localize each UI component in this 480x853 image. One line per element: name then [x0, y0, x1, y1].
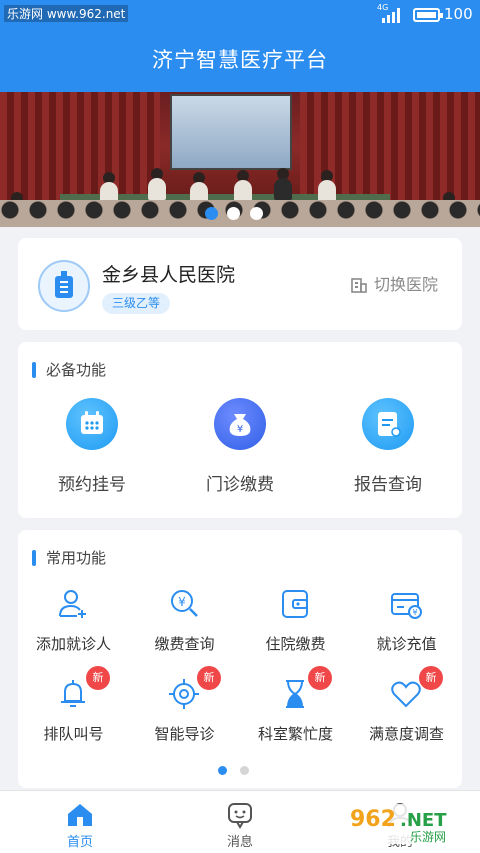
hospital-name: 金乡县人民医院	[102, 264, 236, 286]
svg-text:962: 962	[350, 807, 396, 832]
outpatient-payment-label: 门诊缴费	[206, 475, 274, 495]
svg-text:¥: ¥	[237, 424, 243, 435]
report-icon	[362, 398, 414, 450]
new-badge: 新	[197, 666, 221, 690]
recharge-label: 就诊充值	[376, 635, 437, 653]
tab-home-label: 首页	[66, 835, 93, 850]
svg-text:¥: ¥	[178, 595, 186, 609]
new-badge: 新	[86, 666, 110, 690]
page-title: 济宁智慧医疗平台	[0, 28, 480, 92]
new-badge: 新	[308, 666, 332, 690]
smart-guide-button[interactable]: 新 智能导诊	[129, 666, 240, 756]
status-bar: 乐游网 www.962.net 4G 100	[0, 0, 480, 28]
card-recharge-icon: ¥	[391, 593, 422, 619]
calendar-icon	[66, 398, 118, 450]
queue-calling-label: 排队叫号	[43, 725, 104, 743]
tab-home[interactable]: 首页	[0, 791, 160, 853]
home-icon	[68, 804, 92, 826]
report-query-label: 报告查询	[354, 475, 422, 495]
inpatient-payment-label: 住院缴费	[265, 635, 326, 653]
battery-percent: 100	[444, 5, 473, 23]
projector-screen	[170, 94, 292, 170]
section-title: 常用功能	[32, 548, 106, 568]
satisfaction-survey-label: 满意度调查	[368, 725, 444, 743]
svg-text:.NET: .NET	[400, 810, 447, 831]
hospital-card: 金乡县人民医院 三级乙等 切换医院	[18, 238, 462, 330]
switch-hospital-label: 切换医院	[374, 275, 439, 294]
appointment-button[interactable]: 预约挂号	[18, 396, 166, 506]
signal-icon	[382, 7, 404, 23]
queue-calling-button[interactable]: 新 排队叫号	[18, 666, 129, 756]
battery-icon	[413, 8, 443, 22]
banner-dot[interactable]	[227, 207, 240, 220]
add-patient-button[interactable]: 添加就诊人	[18, 586, 129, 666]
tab-messages-label: 消息	[226, 835, 253, 850]
message-icon	[228, 803, 252, 829]
switch-hospital-button[interactable]: 切换医院	[350, 274, 450, 296]
tab-messages[interactable]: 消息	[160, 791, 320, 853]
smart-guide-label: 智能导诊	[154, 725, 215, 743]
page-indicator-dot[interactable]	[240, 766, 249, 775]
department-busyness-label: 科室繁忙度	[257, 725, 333, 743]
payment-query-label: 缴费查询	[154, 635, 215, 653]
money-bag-icon: ¥	[214, 398, 266, 450]
essential-functions-card: 必备功能 预约挂号 ¥ 门诊缴费 报告查询	[18, 342, 462, 518]
inpatient-payment-button[interactable]: 住院缴费	[240, 586, 351, 666]
page-indicator-dot[interactable]	[218, 766, 227, 775]
svg-text:乐游网: 乐游网	[410, 830, 446, 844]
hospital-icon	[38, 260, 90, 312]
add-patient-label: 添加就诊人	[35, 635, 111, 653]
common-functions-card: 常用功能 添加就诊人 ¥ 缴费查询 住院缴费 ¥ 就诊充值 新 排队叫号 新 智…	[18, 530, 462, 788]
section-title: 必备功能	[32, 360, 106, 380]
report-query-button[interactable]: 报告查询	[314, 396, 462, 506]
payment-search-icon: ¥	[171, 590, 198, 617]
banner-dot[interactable]	[250, 207, 263, 220]
payment-query-button[interactable]: ¥ 缴费查询	[129, 586, 240, 666]
banner-dot[interactable]	[205, 207, 218, 220]
department-busyness-button[interactable]: 新 科室繁忙度	[240, 666, 351, 756]
recharge-button[interactable]: ¥ 就诊充值	[351, 586, 462, 666]
watermark-logo: 962 .NET 乐游网	[340, 800, 476, 846]
building-icon	[351, 278, 367, 293]
hospital-level-badge: 三级乙等	[102, 293, 171, 314]
satisfaction-survey-button[interactable]: 新 满意度调查	[351, 666, 462, 756]
add-user-icon	[59, 590, 86, 618]
wallet-icon	[282, 590, 308, 618]
watermark-text: 乐游网 www.962.net	[4, 5, 129, 22]
svg-text:¥: ¥	[412, 608, 417, 617]
outpatient-payment-button[interactable]: ¥ 门诊缴费	[166, 396, 314, 506]
banner-carousel[interactable]	[0, 92, 480, 227]
appointment-label: 预约挂号	[58, 475, 126, 495]
new-badge: 新	[419, 666, 443, 690]
